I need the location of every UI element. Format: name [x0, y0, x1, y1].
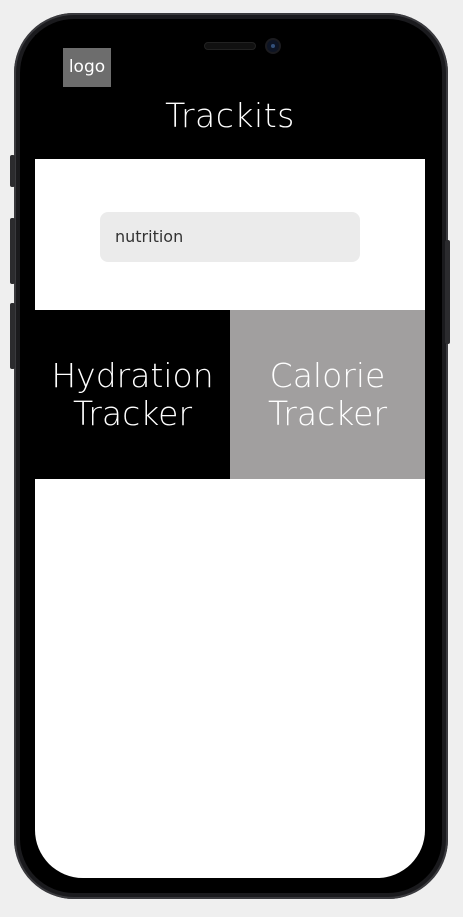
power-button — [445, 240, 450, 344]
search-input[interactable]: nutrition — [100, 212, 360, 262]
hydration-tracker-tile[interactable]: Hydration Tracker — [35, 310, 230, 479]
volume-down-button — [10, 303, 15, 369]
speaker-grille — [205, 43, 255, 49]
calorie-tracker-tile[interactable]: Calorie Tracker — [230, 310, 425, 479]
app-title: Trackits — [165, 96, 295, 135]
volume-up-button — [10, 218, 15, 284]
front-camera — [267, 40, 279, 52]
mute-switch — [10, 155, 15, 187]
screen-content: nutrition Hydration Tracker Calorie Trac… — [35, 159, 425, 878]
app-logo[interactable]: logo — [63, 48, 111, 87]
